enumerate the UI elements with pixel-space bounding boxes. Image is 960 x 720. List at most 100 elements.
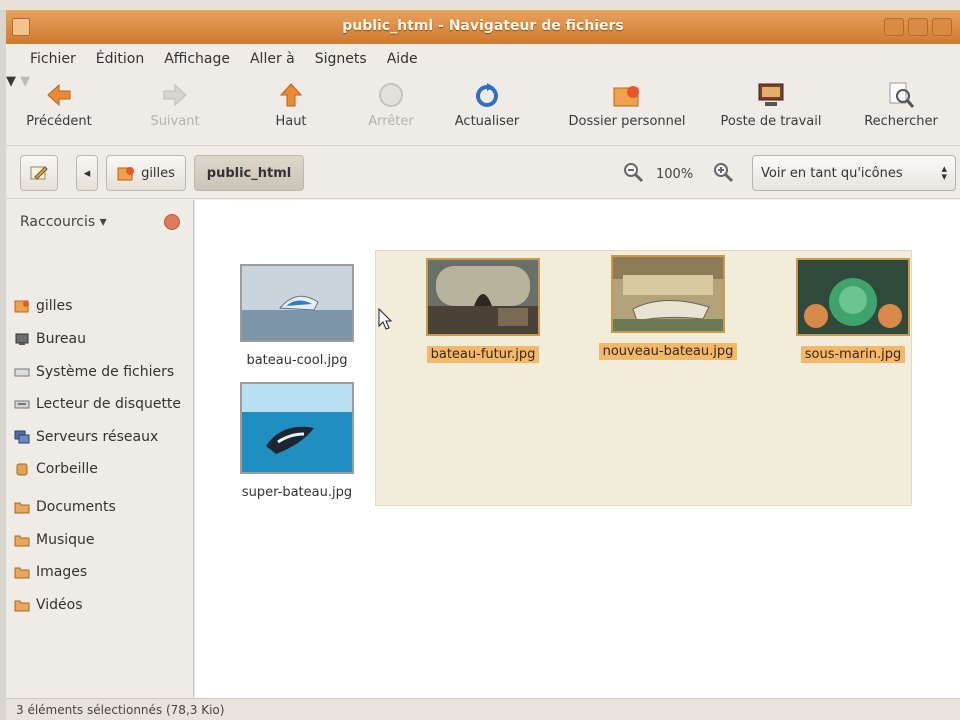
- path-scroll-left-button[interactable]: ◂: [76, 155, 98, 191]
- minimize-button[interactable]: [884, 18, 904, 36]
- folder-icon: [14, 535, 30, 547]
- image-thumbnail: [240, 382, 354, 474]
- home-folder-icon: [117, 167, 135, 181]
- home-button[interactable]: Dossier personnel: [552, 80, 702, 129]
- forward-button[interactable]: Suivant: [130, 80, 220, 129]
- file-name: bateau-futur.jpg: [426, 346, 540, 363]
- sidebar-item-label: Documents: [36, 499, 116, 515]
- edit-pencil-icon: [30, 166, 48, 180]
- view-mode-select[interactable]: Voir en tant qu'icônes ▴ ▾: [752, 155, 956, 191]
- sidebar-item-label: Corbeille: [36, 461, 98, 477]
- file-name: sous-marin.jpg: [800, 346, 906, 363]
- sidebar-header-label: Raccourcis: [20, 214, 96, 230]
- zoom-in-icon: [714, 163, 734, 183]
- top-panel-strip: [0, 0, 960, 10]
- search-button[interactable]: Rechercher: [850, 80, 952, 129]
- reload-button[interactable]: Actualiser: [442, 80, 532, 129]
- filesystem-icon: [14, 368, 30, 377]
- forward-label: Suivant: [150, 114, 200, 129]
- computer-button[interactable]: Poste de travail: [706, 80, 836, 129]
- sidebar-item-corbeille[interactable]: Corbeille: [14, 457, 98, 481]
- zoom-in-button[interactable]: [712, 161, 734, 187]
- image-thumbnail: [240, 264, 354, 342]
- home-folder-icon: [14, 300, 29, 313]
- image-thumbnail: [426, 258, 540, 336]
- folder-icon: [14, 600, 30, 612]
- back-arrow-icon: [44, 80, 74, 110]
- sidebar-item-videos[interactable]: Vidéos: [14, 593, 83, 617]
- menu-fichier[interactable]: Fichier: [20, 51, 86, 67]
- path-button-gilles[interactable]: gilles: [106, 155, 186, 191]
- file-item[interactable]: super-bateau.jpg: [222, 382, 372, 501]
- zoom-level[interactable]: 100%: [656, 167, 693, 182]
- up-label: Haut: [275, 114, 307, 129]
- sidebar-item-label: Vidéos: [36, 597, 83, 613]
- stop-icon: [376, 80, 406, 110]
- menu-signets[interactable]: Signets: [305, 51, 377, 67]
- stop-label: Arrêter: [368, 114, 414, 129]
- file-name: bateau-cool.jpg: [246, 353, 348, 368]
- window-titlebar[interactable]: public_html - Navigateur de fichiers: [6, 10, 960, 44]
- sidebar-item-label: Serveurs réseaux: [36, 429, 159, 445]
- zoom-out-icon: [624, 163, 644, 183]
- sidebar-item-serveurs-reseaux[interactable]: Serveurs réseaux: [14, 425, 158, 449]
- folder-icon: [14, 502, 30, 514]
- menu-aller-a[interactable]: Aller à: [240, 51, 305, 67]
- sidebar-item-label: Lecteur de disquette: [36, 396, 182, 412]
- menubar: Fichier Édition Affichage Aller à Signet…: [6, 44, 960, 74]
- image-thumbnail: [796, 258, 910, 336]
- file-item[interactable]: bateau-cool.jpg: [222, 264, 372, 369]
- window-controls: [884, 18, 952, 36]
- trash-icon: [16, 463, 28, 476]
- sidebar-item-gilles[interactable]: gilles: [14, 294, 72, 318]
- file-item[interactable]: nouveau-bateau.jpg: [593, 255, 743, 360]
- sidebar-item-images[interactable]: Images: [14, 560, 87, 584]
- sidebar-item-musique[interactable]: Musique: [14, 528, 95, 552]
- reload-icon: [472, 80, 502, 110]
- maximize-button[interactable]: [908, 18, 928, 36]
- sidebar-close-button[interactable]: [164, 214, 180, 230]
- chevron-down-icon: ▾: [99, 214, 107, 230]
- stop-button[interactable]: Arrêter: [346, 80, 436, 129]
- sidebar-item-documents[interactable]: Documents: [14, 495, 116, 519]
- search-icon: [886, 80, 916, 110]
- back-button[interactable]: Précédent: [14, 80, 104, 129]
- home-label: Dossier personnel: [568, 114, 686, 129]
- floppy-icon: [14, 400, 30, 409]
- file-item[interactable]: sous-marin.jpg: [778, 258, 928, 363]
- sidebar-item-bureau[interactable]: Bureau: [14, 327, 86, 351]
- sidebar-header-dropdown[interactable]: Raccourcis ▾: [20, 214, 107, 230]
- view-mode-value: Voir en tant qu'icônes: [761, 166, 903, 181]
- menu-edition[interactable]: Édition: [86, 51, 154, 67]
- path-button-public-html[interactable]: public_html: [194, 155, 304, 191]
- sidebar-item-label: gilles: [36, 298, 73, 314]
- sidebar-item-label: Images: [36, 564, 88, 580]
- zoom-out-button[interactable]: [622, 161, 644, 187]
- location-bar: ◂ gilles public_html 100% Voir en tant q…: [6, 147, 960, 199]
- path-label-public-html: public_html: [206, 165, 292, 181]
- chevron-left-icon: ◂: [83, 165, 91, 181]
- computer-icon: [756, 80, 786, 110]
- close-button[interactable]: [932, 18, 952, 36]
- toggle-location-entry-button[interactable]: [20, 155, 58, 191]
- menu-aide[interactable]: Aide: [377, 51, 428, 67]
- image-thumbnail: [611, 255, 725, 333]
- path-label-gilles: gilles: [141, 165, 175, 181]
- spin-arrows-icon: ▴ ▾: [941, 162, 947, 183]
- menu-affichage[interactable]: Affichage: [154, 51, 240, 67]
- home-folder-icon: [612, 80, 642, 110]
- sidebar-item-label: Système de fichiers: [36, 364, 175, 380]
- file-icon-view[interactable]: bateau-cool.jpg bateau-futur.jpg nouveau…: [195, 200, 960, 698]
- sidebar: Raccourcis ▾ gilles Bureau Système de fi…: [6, 200, 194, 698]
- folder-icon: [14, 567, 30, 579]
- computer-label: Poste de travail: [720, 114, 822, 129]
- sidebar-item-label: Musique: [36, 532, 95, 548]
- file-name: nouveau-bateau.jpg: [598, 343, 738, 360]
- reload-label: Actualiser: [454, 114, 520, 129]
- sidebar-item-systeme-de-fichiers[interactable]: Système de fichiers: [14, 360, 174, 384]
- file-item[interactable]: bateau-futur.jpg: [408, 258, 558, 363]
- up-button[interactable]: Haut: [246, 80, 336, 129]
- status-text: 3 éléments sélectionnés (78,3 Kio): [16, 703, 225, 717]
- network-icon: [14, 430, 30, 444]
- sidebar-item-lecteur-de-disquette[interactable]: Lecteur de disquette: [14, 392, 181, 416]
